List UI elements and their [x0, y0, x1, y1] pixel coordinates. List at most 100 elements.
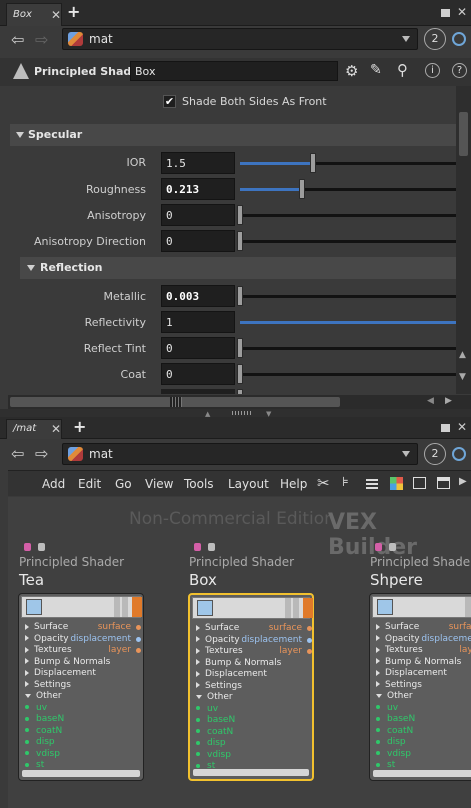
input-group[interactable]: Bump & Normals: [196, 658, 312, 670]
section-specular[interactable]: Specular: [10, 124, 456, 146]
forward-arrow-icon[interactable]: ⇨: [35, 30, 48, 49]
node-body[interactable]: Surface surface OpacitydisplacementTexture…: [369, 593, 471, 781]
other-port-row[interactable]: uv: [25, 703, 141, 715]
input-port[interactable]: [196, 729, 200, 733]
output-port[interactable]: [307, 649, 312, 654]
back-arrow-icon[interactable]: ⇦: [11, 30, 24, 49]
lock-icon[interactable]: [38, 543, 45, 551]
help-icon[interactable]: ?: [452, 63, 467, 78]
input-port[interactable]: [376, 762, 380, 767]
output-port[interactable]: [307, 626, 312, 631]
output-port[interactable]: [136, 625, 141, 630]
anisotropy-slider-track[interactable]: [240, 214, 456, 217]
other-port-row[interactable]: disp: [25, 737, 141, 749]
tab-box[interactable]: Box ✕: [6, 3, 62, 26]
pane-close-icon[interactable]: ✕: [457, 420, 467, 434]
pane-menu-icon[interactable]: [441, 9, 450, 17]
add-tab-icon[interactable]: +: [73, 417, 86, 436]
input-group[interactable]: Displacement: [25, 668, 141, 680]
menu-go[interactable]: Go: [115, 477, 132, 491]
input-port[interactable]: [196, 763, 200, 768]
ior-slider-handle[interactable]: [310, 153, 316, 173]
other-port-row[interactable]: vdisp: [25, 749, 141, 761]
input-group[interactable]: Settings: [196, 681, 312, 693]
link-count-button[interactable]: 2: [424, 443, 446, 465]
other-port-row[interactable]: uv: [196, 704, 312, 716]
coat-field[interactable]: 0: [161, 363, 235, 385]
input-port[interactable]: [376, 716, 380, 721]
input-port[interactable]: [25, 705, 29, 709]
link-count-button[interactable]: 2: [424, 28, 446, 50]
input-group[interactable]: Opacitydisplacement: [376, 634, 471, 646]
other-port-row[interactable]: baseN: [196, 715, 312, 727]
other-port-row[interactable]: vdisp: [196, 750, 312, 762]
input-group[interactable]: Settings: [376, 680, 471, 692]
list-view-icon[interactable]: [366, 477, 378, 489]
section-reflection[interactable]: Reflection: [20, 257, 456, 279]
scroll-right-icon[interactable]: ▶: [445, 396, 452, 406]
network-path-selector[interactable]: mat: [62, 443, 418, 465]
other-port-row[interactable]: coatN: [376, 726, 471, 738]
input-group[interactable]: Displacement: [376, 668, 471, 680]
more-icon[interactable]: ▶: [459, 476, 467, 487]
ior-slider-track[interactable]: [240, 162, 456, 165]
input-port[interactable]: [25, 739, 29, 744]
output-port[interactable]: [136, 636, 141, 642]
reflect-tint-field[interactable]: 0: [161, 337, 235, 359]
menu-view[interactable]: View: [145, 477, 173, 491]
metallic-field[interactable]: 0.003: [161, 285, 235, 307]
tab-mat[interactable]: /mat ✕: [6, 419, 62, 439]
input-port[interactable]: [376, 739, 380, 744]
shader-node[interactable]: Principled Shade Shpere Surface surface Opac…: [369, 537, 471, 797]
input-group[interactable]: Textures layer: [376, 645, 471, 657]
shader-node[interactable]: Principled Shader Box Surface surface Opacit…: [188, 537, 328, 797]
pin-icon[interactable]: [452, 447, 466, 461]
gear-icon[interactable]: ⚙: [345, 62, 358, 80]
input-group[interactable]: Other: [196, 692, 312, 704]
input-port[interactable]: [25, 728, 29, 732]
pane-menu-icon[interactable]: [441, 424, 450, 432]
shade-both-sides-checkbox[interactable]: ✔: [163, 95, 176, 108]
input-group[interactable]: Textures layer: [196, 646, 312, 658]
thumbnail-icon[interactable]: [413, 477, 426, 489]
input-group[interactable]: Other: [376, 691, 471, 703]
input-group[interactable]: Settings: [25, 680, 141, 692]
anisotropy-slider-handle[interactable]: [237, 205, 243, 225]
menu-edit[interactable]: Edit: [78, 477, 101, 491]
input-group[interactable]: Surface surface: [376, 622, 471, 634]
output-port[interactable]: [307, 637, 312, 643]
lock-icon[interactable]: [389, 543, 396, 551]
info-icon[interactable]: i: [425, 63, 440, 78]
lock-icon[interactable]: [208, 543, 215, 551]
add-tab-icon[interactable]: +: [67, 2, 80, 21]
input-port[interactable]: [196, 706, 200, 710]
reflectivity-field[interactable]: 1: [161, 311, 235, 333]
menu-layout[interactable]: Layout: [228, 477, 269, 491]
network-path-selector[interactable]: mat: [62, 28, 418, 50]
input-port[interactable]: [376, 728, 380, 732]
reflect-tint-slider-track[interactable]: [240, 347, 456, 350]
roughness-slider-handle[interactable]: [299, 179, 305, 199]
input-port[interactable]: [25, 762, 29, 767]
close-icon[interactable]: ✕: [51, 422, 61, 436]
brush-icon[interactable]: ✎: [370, 62, 382, 78]
other-port-row[interactable]: disp: [376, 737, 471, 749]
input-group[interactable]: Textures layer: [25, 645, 141, 657]
input-group[interactable]: Other: [25, 691, 141, 703]
network-editor[interactable]: Non-Commercial Edition VEX Builder Princ…: [8, 497, 471, 808]
input-group[interactable]: Surface surface: [25, 622, 141, 634]
forward-arrow-icon[interactable]: ⇨: [35, 444, 48, 463]
back-arrow-icon[interactable]: ⇦: [11, 444, 24, 463]
menu-tools[interactable]: Tools: [184, 477, 214, 491]
other-port-row[interactable]: baseN: [376, 714, 471, 726]
pin-icon[interactable]: [452, 32, 466, 46]
params-vertical-scrollbar[interactable]: ▲ ▼: [456, 86, 471, 394]
grid-icon[interactable]: [437, 477, 450, 489]
anisotropy-field[interactable]: 0: [161, 204, 235, 226]
other-port-row[interactable]: baseN: [25, 714, 141, 726]
scroll-down-icon[interactable]: ▼: [459, 372, 466, 382]
pane-close-icon[interactable]: ✕: [457, 5, 467, 19]
input-port[interactable]: [196, 740, 200, 745]
roughness-slider-track[interactable]: [240, 188, 456, 191]
params-horizontal-scrollbar[interactable]: ◀ ▶: [8, 395, 471, 409]
